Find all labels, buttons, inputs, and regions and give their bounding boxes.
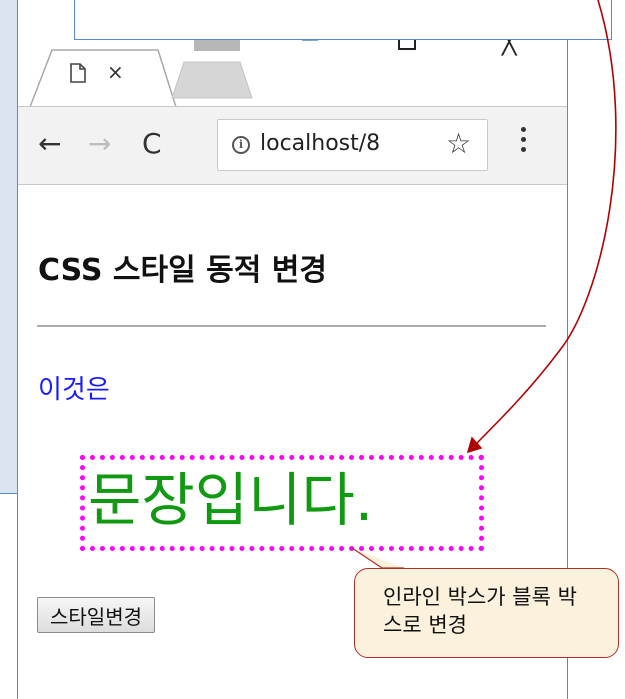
screenshot-stage: ╳ × ← → C i localhost/8 ☆ CSS 스타일 동적 변경 …	[0, 0, 625, 699]
callout-tail	[351, 547, 404, 569]
